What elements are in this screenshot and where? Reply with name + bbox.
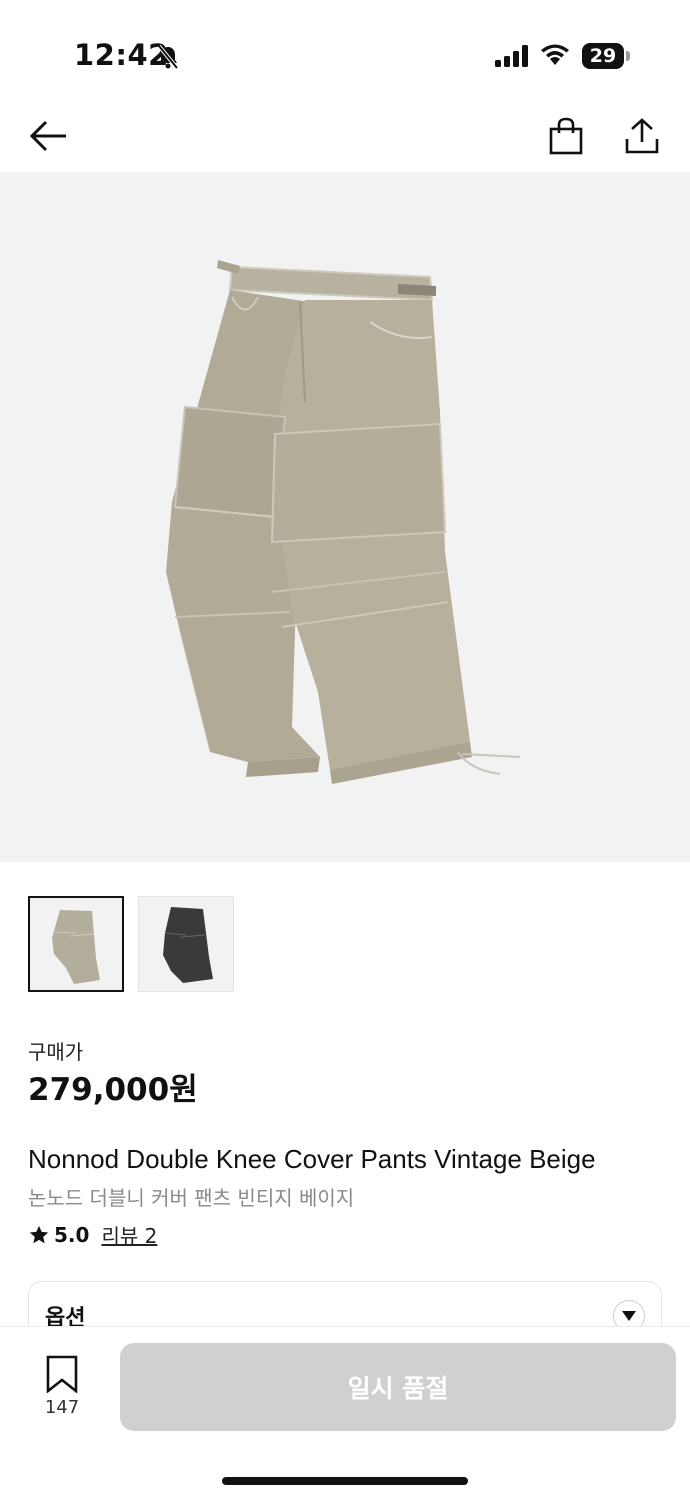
star-icon — [29, 1225, 49, 1243]
price-label: 구매가 — [28, 1040, 84, 1064]
rating-row: 5.0 리뷰 2 — [28, 1220, 157, 1249]
soldout-button[interactable]: 일시 품절 — [120, 1343, 676, 1431]
bottom-action-bar: 147 일시 품절 — [0, 1326, 690, 1500]
share-icon — [625, 118, 659, 154]
share-button[interactable] — [620, 114, 664, 158]
product-main-image[interactable] — [0, 172, 690, 862]
shopping-bag-icon — [549, 117, 583, 155]
status-time: 12:42 — [74, 38, 169, 72]
back-arrow-icon — [29, 120, 66, 152]
home-indicator — [222, 1477, 468, 1485]
thumbnail-black[interactable] — [138, 896, 234, 992]
battery-level: 29 — [589, 45, 617, 67]
top-navigation — [0, 100, 690, 172]
bookmark-icon — [46, 1355, 78, 1393]
cart-button[interactable] — [544, 114, 588, 158]
thumbnail-strip — [28, 896, 234, 992]
signal-icon — [495, 45, 528, 67]
pants-illustration — [166, 260, 521, 784]
wifi-icon — [541, 44, 569, 65]
thumbnail-beige[interactable] — [28, 896, 124, 992]
product-title-en: Nonnod Double Knee Cover Pants Vintage B… — [28, 1144, 596, 1174]
battery-indicator: 29 — [582, 43, 630, 69]
chevron-down-icon — [622, 1311, 636, 1321]
bell-slash-icon — [157, 44, 179, 70]
price-value: 279,000원 — [28, 1072, 198, 1108]
bookmark-button[interactable]: 147 — [40, 1355, 84, 1418]
review-link[interactable]: 리뷰 2 — [101, 1220, 157, 1249]
bookmark-count: 147 — [44, 1397, 80, 1418]
beige-pants-thumbnail — [52, 910, 100, 984]
back-button[interactable] — [26, 114, 70, 158]
rating-score: 5.0 — [54, 1222, 90, 1247]
product-title-ko: 논노드 더블니 커버 팬츠 빈티지 베이지 — [28, 1186, 355, 1210]
black-pants-thumbnail — [163, 907, 213, 983]
status-bar: 12:42 29 — [0, 0, 690, 100]
